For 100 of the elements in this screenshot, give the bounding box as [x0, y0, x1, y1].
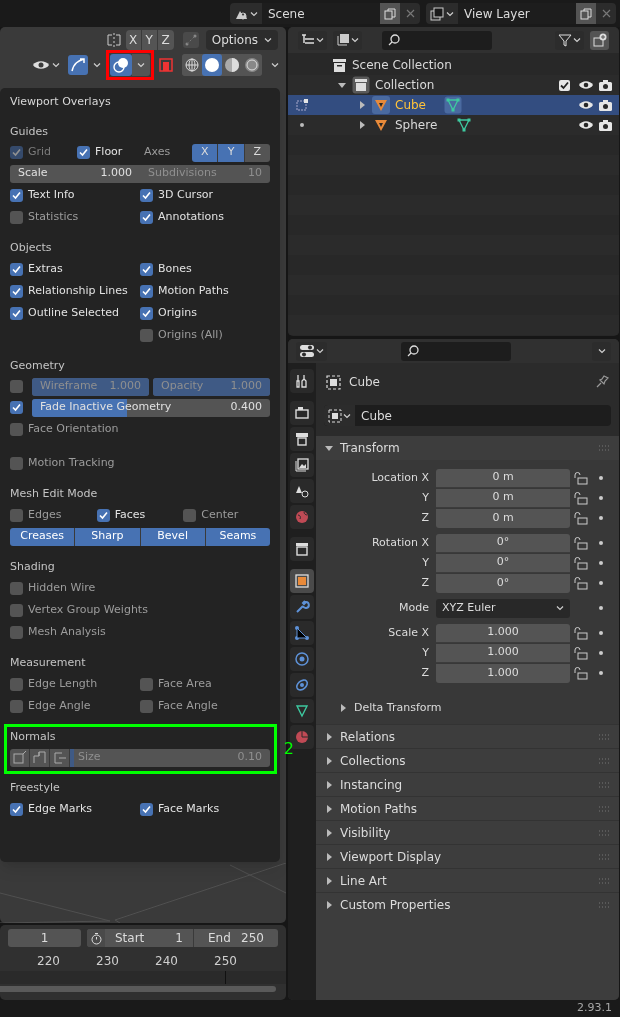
filter-dropdown[interactable] — [555, 30, 584, 50]
number-field[interactable]: 0° — [436, 573, 570, 593]
eye-icon[interactable] — [578, 119, 594, 131]
checkbox[interactable]: Relationship Lines — [10, 282, 140, 300]
open-lock-icon[interactable] — [574, 666, 588, 680]
properties-tab[interactable] — [290, 537, 314, 561]
properties-tab[interactable] — [290, 369, 314, 393]
open-lock-icon[interactable] — [574, 511, 588, 525]
camera-icon[interactable] — [598, 118, 613, 132]
editor-type-dropdown[interactable] — [296, 341, 327, 361]
stopwatch-button[interactable] — [87, 929, 105, 947]
keyframe-dot-icon[interactable] — [599, 561, 603, 565]
checkbox[interactable]: Floor — [77, 144, 144, 161]
number-field[interactable]: 0 m — [436, 488, 570, 508]
grip-icon[interactable] — [599, 853, 611, 860]
properties-tab[interactable] — [290, 621, 314, 645]
number-field[interactable]: 0 m — [436, 508, 570, 528]
scrollbar[interactable] — [0, 986, 276, 992]
shading-mode-button[interactable] — [242, 54, 262, 76]
normal-display-toggle[interactable] — [30, 748, 50, 767]
properties-tab[interactable] — [290, 479, 314, 503]
keyframe-dot-icon[interactable] — [599, 476, 603, 480]
checkbox[interactable]: Center — [183, 506, 270, 524]
grip-icon[interactable] — [599, 733, 611, 740]
toggle-button[interactable]: Sharp — [75, 527, 141, 546]
type-dropdown[interactable] — [426, 3, 458, 24]
checkbox[interactable]: Edge Length — [10, 675, 140, 693]
checkbox[interactable]: Statistics — [10, 208, 140, 226]
toggle-button[interactable]: Bevel — [140, 527, 206, 546]
checkbox[interactable]: 3D Cursor — [140, 186, 270, 204]
keyframe-dot-icon[interactable] — [599, 541, 603, 545]
camera-icon[interactable] — [598, 78, 613, 92]
checkbox[interactable]: Faces — [96, 506, 184, 524]
grip-icon[interactable] — [599, 877, 611, 884]
end-frame-field[interactable]: End 250 — [194, 929, 278, 947]
open-lock-icon[interactable] — [574, 556, 588, 570]
checkbox[interactable]: Bones — [140, 260, 270, 278]
display-mode-dropdown[interactable] — [298, 30, 327, 50]
properties-tab[interactable] — [290, 699, 314, 723]
shading-mode-button[interactable] — [182, 54, 202, 76]
keyframe-dot-icon[interactable] — [599, 496, 603, 500]
mirror-icon[interactable] — [105, 32, 122, 48]
open-lock-icon[interactable] — [574, 626, 588, 640]
checkbox[interactable]: Motion Tracking — [10, 454, 270, 472]
properties-tab[interactable] — [290, 673, 314, 697]
mode-dropdown[interactable]: XYZ Euler — [436, 598, 570, 618]
camera-icon[interactable] — [598, 98, 613, 112]
eye-icon[interactable] — [578, 79, 594, 91]
checkbox[interactable]: Vertex Group Weights — [10, 601, 270, 619]
properties-tab[interactable] — [290, 427, 314, 451]
checkbox[interactable]: Face Area — [140, 675, 270, 693]
checkbox[interactable]: Edges — [10, 506, 97, 524]
grip-icon[interactable] — [599, 757, 611, 764]
open-lock-icon[interactable] — [574, 471, 588, 485]
properties-tab[interactable] — [290, 453, 314, 477]
number-field[interactable]: 1.000 — [436, 643, 570, 663]
normal-display-toggle[interactable] — [10, 748, 30, 767]
layer-dropdown[interactable] — [333, 30, 362, 50]
checkbox[interactable]: Face Angle — [140, 697, 270, 715]
snap-points-icon[interactable] — [181, 31, 200, 49]
checkbox[interactable]: Hidden Wire — [10, 579, 270, 597]
axis-toggle[interactable]: Z — [244, 143, 270, 162]
keyframe-dot-icon[interactable] — [599, 606, 603, 610]
start-frame-field[interactable]: Start 1 — [105, 929, 194, 947]
number-field[interactable]: 1.000 — [436, 623, 570, 643]
properties-tab[interactable] — [290, 569, 314, 593]
type-dropdown[interactable] — [230, 3, 262, 24]
copy-button[interactable] — [380, 3, 400, 24]
keyframe-dot-icon[interactable] — [599, 671, 603, 675]
properties-tab[interactable] — [290, 595, 314, 619]
options-dropdown[interactable]: Options — [205, 30, 278, 50]
number-field[interactable]: 1.000 — [436, 663, 570, 683]
shading-mode-button[interactable] — [202, 54, 222, 76]
number-field[interactable]: 0° — [436, 553, 570, 573]
mirror-axis-toggle[interactable]: X — [125, 30, 142, 50]
grip-icon[interactable] — [599, 901, 611, 908]
open-lock-icon[interactable] — [574, 646, 588, 660]
open-lock-icon[interactable] — [574, 491, 588, 505]
grip-icon[interactable] — [599, 805, 611, 812]
checkbox[interactable]: Text Info — [10, 186, 140, 204]
checkbox[interactable]: Face Marks — [140, 800, 270, 818]
axis-toggle[interactable]: Y — [218, 143, 245, 162]
checkbox[interactable]: Annotations — [140, 208, 270, 226]
search-field[interactable] — [401, 341, 511, 361]
number-field[interactable]: 0° — [436, 533, 570, 553]
outliner-row[interactable]: Cube — [288, 95, 619, 115]
checkbox[interactable]: Outline Selected — [10, 304, 140, 322]
checkbox[interactable]: Edge Angle — [10, 697, 140, 715]
keyframe-dot-icon[interactable] — [599, 631, 603, 635]
toggle-button[interactable]: Seams — [205, 527, 270, 546]
close-button[interactable] — [596, 3, 616, 24]
search-field[interactable] — [382, 30, 492, 50]
grip-icon[interactable] — [599, 829, 611, 836]
include-checkbox[interactable] — [559, 79, 570, 91]
eye-icon[interactable] — [578, 99, 594, 111]
options-dropdown[interactable] — [592, 341, 611, 361]
checkbox[interactable]: Origins — [140, 304, 270, 322]
pin-icon[interactable] — [595, 375, 609, 389]
copy-button[interactable] — [576, 3, 596, 24]
frame-field[interactable]: 1 — [8, 929, 81, 947]
